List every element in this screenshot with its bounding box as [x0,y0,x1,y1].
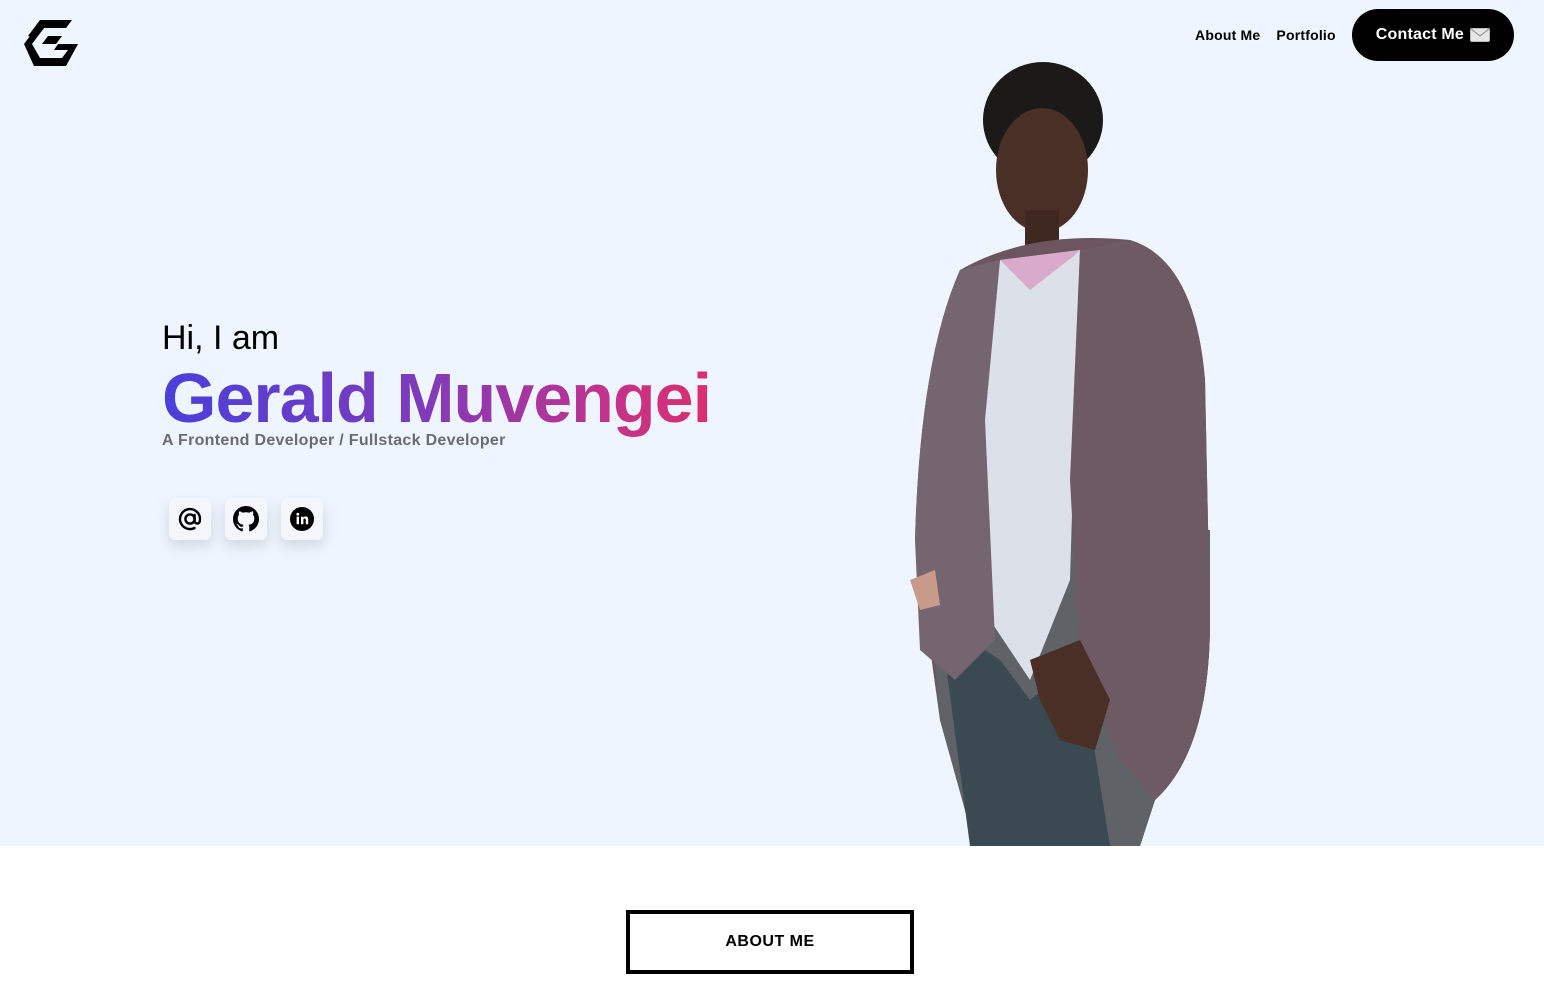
developer-name: Gerald Muvengei [162,359,712,437]
social-links [169,498,711,540]
contact-button[interactable]: Contact Me [1351,9,1514,61]
about-me-button[interactable]: ABOUT ME [626,910,914,974]
nav-portfolio-link[interactable]: Portfolio [1276,27,1335,43]
linkedin-icon [290,507,314,531]
github-link[interactable] [225,498,267,540]
at-sign-icon [178,507,202,531]
linkedin-link[interactable] [281,498,323,540]
hero-section: About Me Portfolio Contact Me Hi, I am G… [0,0,1544,846]
logo-icon[interactable] [18,14,78,66]
nav-about-link[interactable]: About Me [1195,27,1260,43]
email-link[interactable] [169,498,211,540]
github-icon [233,506,259,532]
contact-button-label: Contact Me [1375,26,1464,43]
envelope-icon [1470,28,1490,42]
profile-photo [910,62,1210,846]
greeting-text: Hi, I am [162,319,280,357]
intro-block: Hi, I am Gerald Muvengei A Frontend Deve… [162,318,712,540]
top-nav: About Me Portfolio Contact Me [1195,9,1514,61]
